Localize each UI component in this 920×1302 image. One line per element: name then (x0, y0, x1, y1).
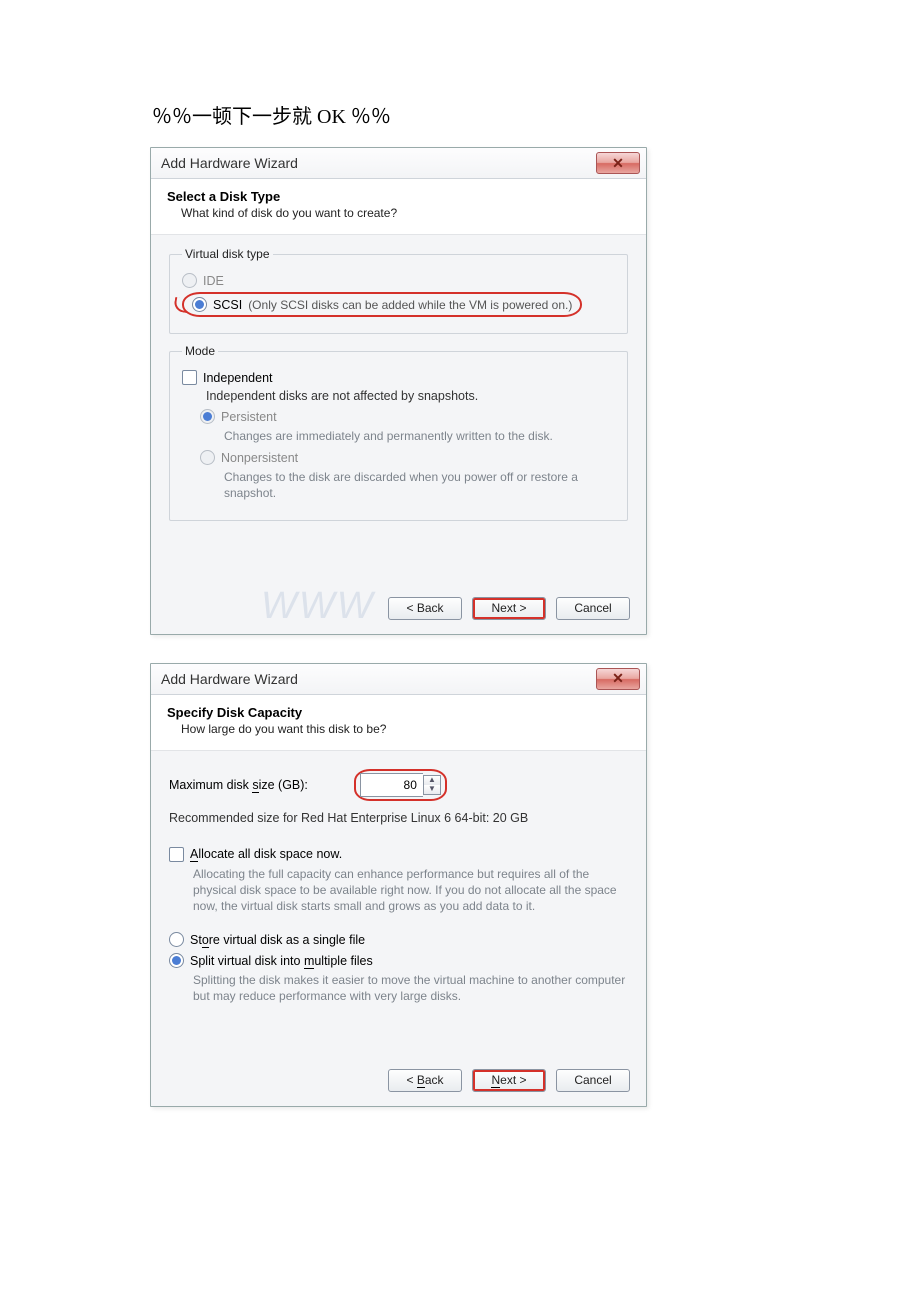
independent-note: Independent disks are not affected by sn… (206, 389, 615, 403)
next-button[interactable]: Next > (472, 1069, 546, 1092)
checkbox-allocate-now[interactable] (169, 847, 184, 862)
window-title: Add Hardware Wizard (161, 671, 298, 687)
highlight-oval: SCSI (Only SCSI disks can be added while… (182, 292, 582, 317)
button-bar: < Back Next > Cancel (151, 587, 646, 634)
next-button[interactable]: Next > (472, 597, 546, 620)
checkbox-independent-label: Independent (203, 371, 273, 385)
persistent-desc: Changes are immediately and permanently … (224, 428, 615, 444)
nonpersistent-desc: Changes to the disk are discarded when y… (224, 469, 615, 501)
radio-single-file[interactable] (169, 932, 184, 947)
wizard-step-title: Select a Disk Type (167, 189, 630, 204)
checkbox-allocate-now-label: Allocate all disk space now. (190, 847, 342, 861)
radio-persistent (200, 409, 215, 424)
allocate-desc: Allocating the full capacity can enhance… (193, 866, 628, 915)
recommended-size: Recommended size for Red Hat Enterprise … (169, 811, 628, 825)
wizard-header: Select a Disk Type What kind of disk do … (151, 179, 646, 235)
group-label: Virtual disk type (182, 247, 273, 261)
back-button[interactable]: < Back (388, 597, 462, 620)
radio-multiple-files-label: Split virtual disk into multiple files (190, 954, 373, 968)
radio-persistent-label: Persistent (221, 410, 277, 424)
dialog-select-disk-type: WWW Add Hardware Wizard ✕ Select a Disk … (150, 147, 647, 635)
page-heading: ％％一顿下一步就 OK ％％ (152, 100, 770, 129)
group-mode: Mode Independent Independent disks are n… (169, 344, 628, 521)
group-label: Mode (182, 344, 218, 358)
close-icon[interactable]: ✕ (596, 152, 640, 174)
close-icon[interactable]: ✕ (596, 668, 640, 690)
cancel-button[interactable]: Cancel (556, 597, 630, 620)
highlight-oval: ▲▼ (354, 769, 447, 801)
radio-scsi-note: (Only SCSI disks can be added while the … (248, 298, 572, 312)
titlebar: Add Hardware Wizard ✕ (151, 148, 646, 179)
spinner-down-icon[interactable]: ▼ (424, 785, 440, 794)
group-virtual-disk-type: Virtual disk type IDE SCSI (Only SCSI di… (169, 247, 628, 334)
wizard-header: Specify Disk Capacity How large do you w… (151, 695, 646, 751)
wizard-step-subtitle: What kind of disk do you want to create? (167, 206, 630, 220)
cancel-button[interactable]: Cancel (556, 1069, 630, 1092)
radio-nonpersistent-label: Nonpersistent (221, 451, 298, 465)
radio-scsi[interactable] (192, 297, 207, 312)
radio-ide-label: IDE (203, 274, 224, 288)
radio-multiple-files[interactable] (169, 953, 184, 968)
radio-single-file-label: Store virtual disk as a single file (190, 933, 365, 947)
max-disk-size-label: Maximum disk size (GB): (169, 778, 308, 792)
dialog-specify-disk-capacity: Add Hardware Wizard ✕ Specify Disk Capac… (150, 663, 647, 1107)
radio-scsi-label: SCSI (213, 298, 242, 312)
checkbox-independent[interactable] (182, 370, 197, 385)
radio-ide (182, 273, 197, 288)
titlebar: Add Hardware Wizard ✕ (151, 664, 646, 695)
radio-nonpersistent (200, 450, 215, 465)
button-bar: < Back Next > Cancel (151, 1059, 646, 1106)
wizard-step-title: Specify Disk Capacity (167, 705, 630, 720)
wizard-step-subtitle: How large do you want this disk to be? (167, 722, 630, 736)
disk-size-spinner[interactable]: ▲▼ (360, 773, 441, 797)
back-button[interactable]: < Back (388, 1069, 462, 1092)
window-title: Add Hardware Wizard (161, 155, 298, 171)
disk-size-input[interactable] (360, 773, 423, 797)
multiple-files-desc: Splitting the disk makes it easier to mo… (193, 972, 628, 1004)
